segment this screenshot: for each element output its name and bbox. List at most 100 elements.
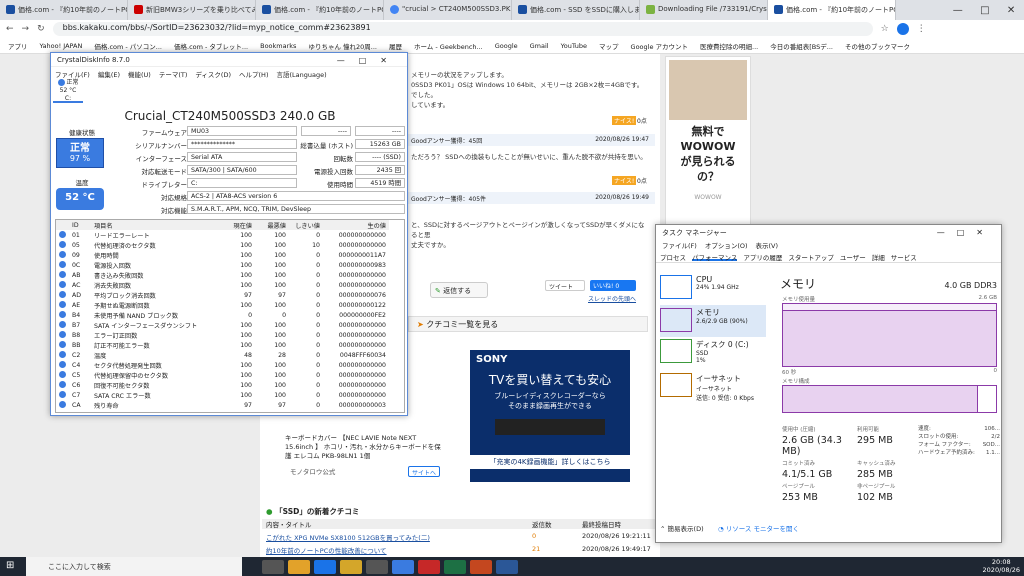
bookmark[interactable]: Gmail	[530, 42, 549, 50]
tab-processes[interactable]: プロセス	[660, 252, 686, 262]
powerpoint-icon[interactable]	[470, 559, 492, 574]
minimize-icon[interactable]: —	[953, 5, 963, 16]
store-icon[interactable]	[366, 559, 388, 574]
menu-item[interactable]: オプション(O)	[705, 240, 748, 250]
window-controls[interactable]: —□✕	[337, 56, 401, 65]
table-row[interactable]: C2 温度 48 28 0 0048FFF60034	[56, 350, 389, 360]
table-row[interactable]: 0C 電源投入回数 100 100 0 000000000983	[56, 260, 389, 270]
menu-item[interactable]: ファイル(F)	[55, 69, 90, 79]
list-item[interactable]: 約10年前のノートPCの性能改善について 21 2020/08/26 19:49…	[262, 545, 658, 555]
menu-item[interactable]: 表示(V)	[756, 240, 779, 250]
browser-tab[interactable]: 価格.com - 『約10年前のノートPCか	[256, 0, 384, 20]
clock[interactable]: 20:08 2020/08/26	[983, 558, 1020, 574]
like-button[interactable]: いいね! 0	[590, 280, 636, 291]
back-icon[interactable]: ←	[6, 24, 14, 34]
table-row[interactable]: AD 平均ブロック消去回数 97 97 0 000000000076	[56, 290, 389, 300]
mail-icon[interactable]	[392, 559, 414, 574]
table-row[interactable]: AC 消去失敗回数 100 100 0 000000000000	[56, 280, 389, 290]
perf-side-cpu[interactable]: CPU 24% 1.94 GHz	[660, 275, 766, 303]
acrobat-icon[interactable]	[418, 559, 440, 574]
chrome-icon[interactable]	[288, 559, 310, 574]
bookmark[interactable]: 履歴	[389, 41, 402, 51]
table-row[interactable]: 09 使用時間 100 100 0 0000000011A7	[56, 250, 389, 260]
table-row[interactable]: C5 代替処理保留中のセクタ数 100 100 0 000000000000	[56, 370, 389, 380]
browser-tab[interactable]: 価格.com - SSD をSSDに購入しま	[512, 0, 640, 20]
menu-item[interactable]: ファイル(F)	[662, 240, 697, 250]
url-field[interactable]: bbs.kakaku.com/bbs/-/SortID=23623032/?li…	[52, 22, 873, 36]
maximize-icon[interactable]: □	[980, 5, 989, 16]
bookmark[interactable]: 医療費控除の明細...	[700, 41, 758, 51]
resource-monitor-link[interactable]: ◔ リソース モニターを開く	[718, 523, 799, 533]
taskbar-search[interactable]: ここに入力して検索	[26, 557, 242, 576]
perf-side-memory[interactable]: メモリ 2.6/2.9 GB (90%)	[660, 305, 766, 337]
table-row[interactable]: C7 SATA CRC エラー数 100 100 0 000000000000	[56, 390, 389, 400]
table-row[interactable]: 05 代替処理済のセクタ数 100 100 10 000000000000	[56, 240, 389, 250]
task-view-icon[interactable]	[262, 559, 284, 574]
star-icon[interactable]: ☆	[881, 24, 889, 34]
table-row[interactable]: AE 予期せぬ電源断回数 100 100 0 000000000122	[56, 300, 389, 310]
close-icon[interactable]: ✕	[1007, 5, 1015, 16]
col-header[interactable]: 最悪値	[255, 220, 289, 230]
menu-item[interactable]: ヘルプ(H)	[239, 69, 268, 79]
tab-performance[interactable]: パフォーマンス	[692, 252, 738, 262]
bookmark[interactable]: 今日の番組表[BSデ...	[770, 41, 833, 51]
menu-icon[interactable]: ⋮	[917, 24, 926, 34]
table-row[interactable]: B7 SATA インターフェースダウンシフト 100 100 0 000000000000	[56, 320, 389, 330]
edge-icon[interactable]	[314, 559, 336, 574]
perf-side-disk[interactable]: ディスク 0 (C:) SSD 1%	[660, 339, 766, 369]
tab-app-history[interactable]: アプリの履歴	[743, 252, 782, 262]
table-row[interactable]: AB 書き込み失敗回数 100 100 0 000000000000	[56, 270, 389, 280]
tab-services[interactable]: サービス	[891, 252, 917, 262]
menu-item[interactable]: 機能(U)	[128, 69, 151, 79]
drive-selector[interactable]: 正常 52 °C C:	[53, 79, 83, 103]
col-header[interactable]: 生の値	[323, 220, 389, 230]
table-row[interactable]: B8 エラー訂正回数 100 100 0 000000000000	[56, 330, 389, 340]
col-header[interactable]: しきい値	[289, 220, 323, 230]
menu-item[interactable]: テーマ(T)	[159, 69, 188, 79]
bookmark[interactable]: その他のブックマーク	[845, 41, 910, 51]
browser-tab[interactable]: Downloading File /733191/Crystal	[640, 0, 768, 20]
col-header[interactable]: 現在値	[221, 220, 255, 230]
brief-view-button[interactable]: ⌃ 簡易表示(D)	[660, 523, 704, 533]
tab-details[interactable]: 詳細	[872, 252, 885, 262]
bookmark[interactable]: YouTube	[561, 42, 587, 50]
table-row[interactable]: CA 残り寿命 97 97 0 000000000003	[56, 400, 389, 410]
product-ad-text[interactable]: キーボードカバー 【NEC LAVIE Note NEXT 15.6inch 】…	[285, 434, 445, 461]
table-row[interactable]: C4 セクタ代替処理発生回数 100 100 0 000000000000	[56, 360, 389, 370]
menu-item[interactable]: ディスク(D)	[195, 69, 231, 79]
thread-link[interactable]: 約10年前のノートPCの性能改善について	[262, 545, 532, 555]
bookmark[interactable]: ホーム - Geekbench...	[414, 41, 483, 51]
perf-side-ethernet[interactable]: イーサネット イーサネット 送信: 0 受信: 0 Kbps	[660, 373, 770, 403]
sony-ad[interactable]: SONY TVを買い替えても安心 ブルーレイディスクレコーダーなら そのまま録画…	[470, 350, 630, 482]
menu-item[interactable]: 言語(Language)	[276, 69, 326, 79]
nice-button[interactable]: ナイス!	[612, 176, 637, 185]
browser-tab[interactable]: 価格.com - 『約10年前のノートPCか	[0, 0, 128, 20]
tweet-button[interactable]: ツイート	[545, 280, 585, 291]
bookmark[interactable]: Google	[495, 42, 518, 50]
bookmark[interactable]: Bookmarks	[260, 42, 296, 50]
window-controls[interactable]: —□✕	[937, 228, 995, 237]
bookmark[interactable]: アプリ	[8, 41, 28, 51]
bookmark[interactable]: 価格.com - パソコン...	[94, 41, 162, 51]
table-row[interactable]: B4 未使用予備 NAND ブロック数 0 0 0 000000000FE2	[56, 310, 389, 320]
word-icon[interactable]	[496, 559, 518, 574]
thread-link[interactable]: こがれた XPG NVMe SX8100 512GBを買ってみた(二)	[262, 532, 532, 542]
bookmark[interactable]: Yahoo! JAPAN	[40, 42, 83, 50]
bookmark[interactable]: Google アカウント	[631, 41, 689, 51]
site-button[interactable]: サイトへ	[408, 466, 440, 477]
nice-button[interactable]: ナイス!	[612, 116, 637, 125]
col-header[interactable]: ID	[69, 220, 91, 230]
bookmark[interactable]: ゆりちゃん 憧れ20周...	[308, 41, 377, 51]
col-header[interactable]: 項目名	[91, 220, 221, 230]
list-item[interactable]: こがれた XPG NVMe SX8100 512GBを買ってみた(二) 0 20…	[262, 532, 658, 542]
excel-icon[interactable]	[444, 559, 466, 574]
bookmark[interactable]: マップ	[599, 41, 619, 51]
wowow-ad[interactable]: 無料で WOWOW が見られる の？ WOWOW	[665, 56, 751, 226]
tab-users[interactable]: ユーザー	[840, 252, 866, 262]
windows-start-icon[interactable]: ⊞	[6, 560, 14, 571]
bookmark[interactable]: 価格.com - タブレット...	[174, 41, 248, 51]
kuchikomi-list-button[interactable]: ➤ クチコミ一覧を見る	[408, 316, 648, 332]
reload-icon[interactable]: ↻	[37, 24, 45, 34]
table-row[interactable]: 01 リードエラーレート 100 100 0 000000000000	[56, 230, 389, 240]
smart-table-container[interactable]: ID 項目名 現在値 最悪値 しきい値 生の値 01 リードエラーレート 100 10…	[55, 219, 405, 413]
